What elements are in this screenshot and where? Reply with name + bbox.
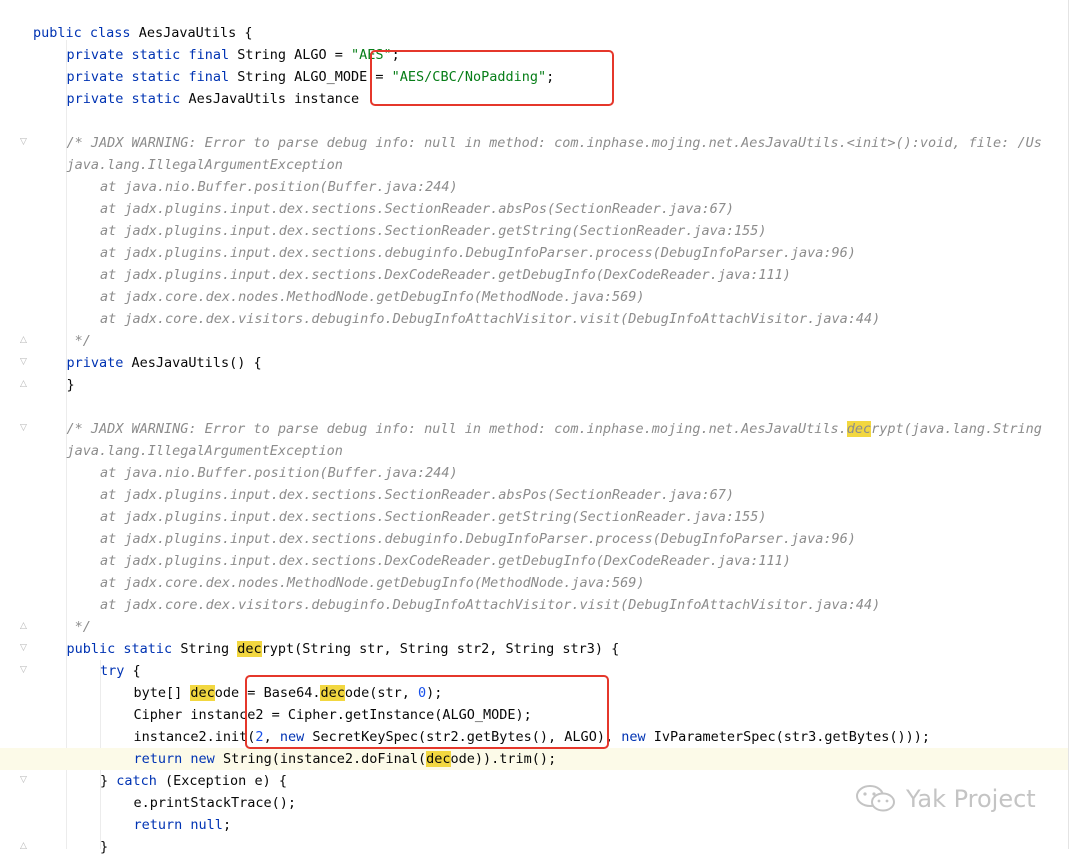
- watermark-text: Yak Project: [906, 785, 1036, 813]
- fold-marker-icon[interactable]: △: [19, 335, 28, 346]
- code-line-class: public class AesJavaUtils {: [33, 25, 253, 41]
- comment-header: /* JADX WARNING: Error to parse debug in…: [66, 421, 1042, 437]
- code-line-ctor: private AesJavaUtils() {: [66, 355, 262, 371]
- fold-marker-icon[interactable]: △: [19, 841, 28, 852]
- watermark: Yak Project: [852, 783, 1036, 815]
- wechat-icon: [856, 785, 895, 812]
- stack-trace-line: at jadx.plugins.input.dex.sections.DexCo…: [100, 267, 791, 283]
- stack-trace-line: at jadx.core.dex.nodes.MethodNode.getDeb…: [100, 289, 645, 305]
- stack-trace-line: at jadx.core.dex.visitors.debuginfo.Debu…: [100, 311, 881, 327]
- fold-marker-icon[interactable]: ▽: [19, 775, 28, 786]
- fold-marker-icon[interactable]: ▽: [19, 357, 28, 368]
- comment-close: */: [74, 619, 91, 635]
- comment-close: */: [74, 333, 91, 349]
- annotation-box-cipher-init: [245, 675, 609, 749]
- stack-trace-line: at jadx.plugins.input.dex.sections.debug…: [100, 245, 856, 261]
- stack-trace-line: at jadx.plugins.input.dex.sections.Secti…: [100, 201, 734, 217]
- fold-marker-icon[interactable]: △: [19, 621, 28, 632]
- code-line-decrypt: public static String decrypt(String str,…: [66, 641, 620, 657]
- stack-trace-line: at jadx.plugins.input.dex.sections.Secti…: [100, 509, 767, 525]
- fold-marker-icon[interactable]: ▽: [19, 137, 28, 148]
- stack-trace-line: at jadx.core.dex.visitors.debuginfo.Debu…: [100, 597, 881, 613]
- code-line-close: }: [100, 839, 109, 855]
- code-line-return: return new String(instance2.doFinal(deco…: [0, 748, 1068, 770]
- fold-marker-icon[interactable]: △: [19, 379, 28, 390]
- comment-exception: java.lang.IllegalArgumentException: [66, 443, 343, 459]
- fold-marker-icon[interactable]: ▽: [19, 423, 28, 434]
- code-line-return-null: return null;: [133, 817, 232, 833]
- stack-trace-line: at jadx.plugins.input.dex.sections.debug…: [100, 531, 856, 547]
- fold-marker-icon[interactable]: ▽: [19, 665, 28, 676]
- stack-trace-line: at jadx.plugins.input.dex.sections.Secti…: [100, 487, 734, 503]
- annotation-box-algo-mode: [370, 50, 614, 106]
- right-margin-line: [1068, 0, 1069, 849]
- stack-trace-line: at jadx.core.dex.nodes.MethodNode.getDeb…: [100, 575, 645, 591]
- code-line-ctor-close: }: [66, 377, 75, 393]
- stack-trace-line: at java.nio.Buffer.position(Buffer.java:…: [100, 179, 458, 195]
- stack-trace-line: at jadx.plugins.input.dex.sections.Secti…: [100, 223, 767, 239]
- stack-trace-line: at jadx.plugins.input.dex.sections.DexCo…: [100, 553, 791, 569]
- stack-trace-line: at java.nio.Buffer.position(Buffer.java:…: [100, 465, 458, 481]
- fold-marker-icon[interactable]: ▽: [19, 643, 28, 654]
- comment-exception: java.lang.IllegalArgumentException: [66, 157, 343, 173]
- comment-header: /* JADX WARNING: Error to parse debug in…: [66, 135, 1042, 151]
